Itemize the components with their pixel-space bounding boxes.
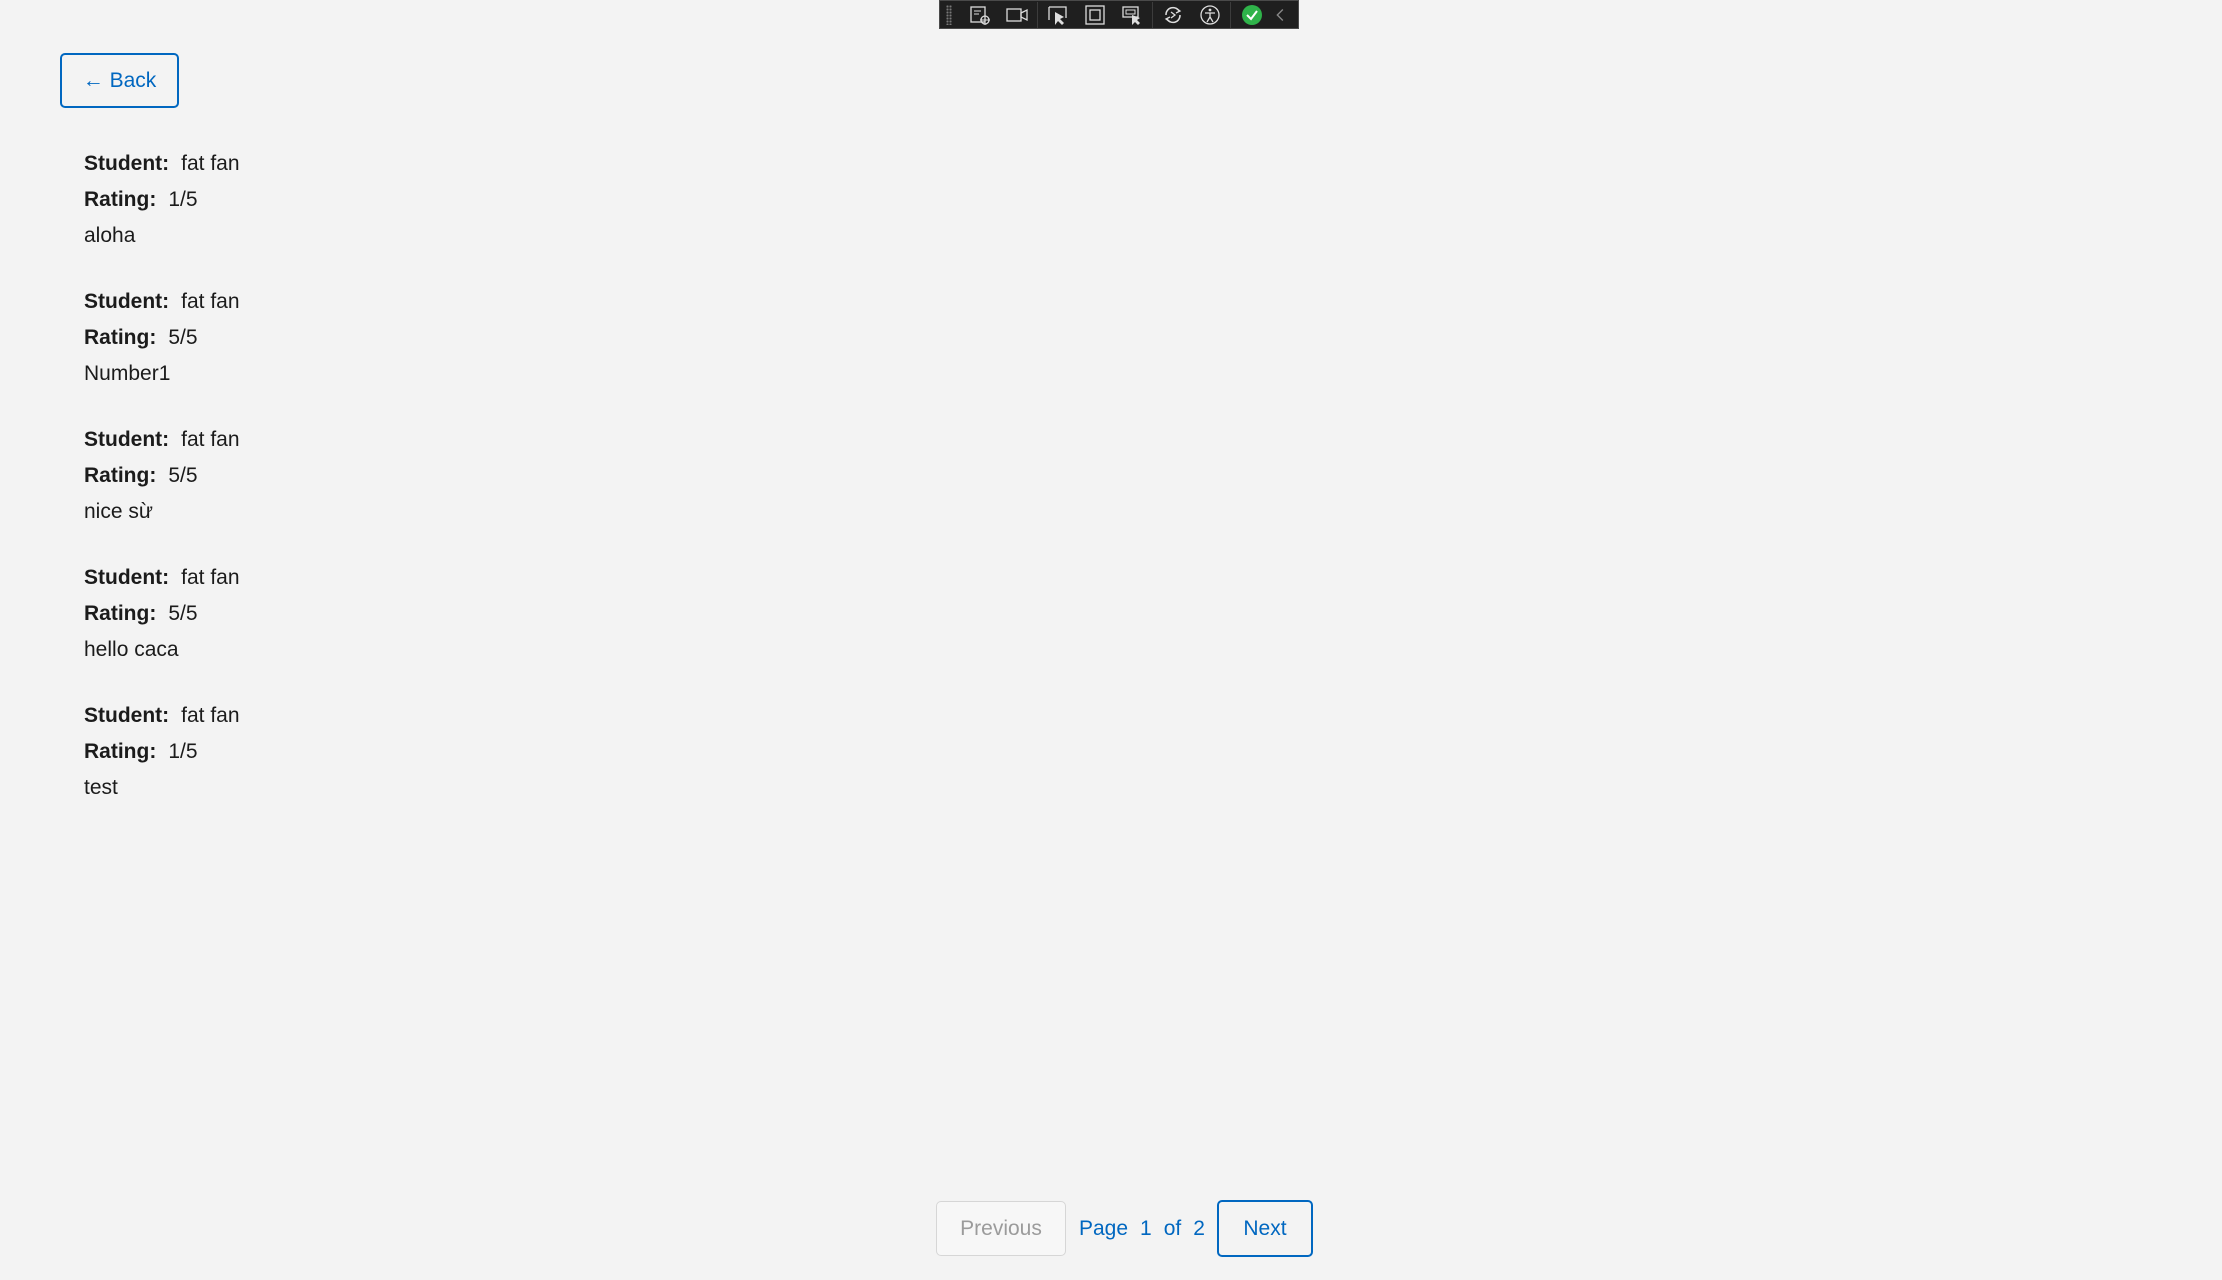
back-button[interactable]: ← Back	[60, 53, 179, 108]
rating-line: Rating: 5/5	[84, 320, 240, 356]
student-line: Student: fat fan	[84, 284, 240, 320]
app-window: ← Back Student: fat fan Rating: 1/5 aloha …	[0, 0, 2222, 1280]
student-name: fat fan	[181, 566, 240, 589]
rating-line: Rating: 5/5	[84, 458, 240, 494]
reviews-list: Student: fat fan Rating: 1/5 aloha Student…	[84, 146, 240, 836]
rating-value: 1/5	[168, 740, 198, 763]
student-label: Student:	[84, 566, 170, 589]
pagination: Previous Page 1 of 2 Next	[936, 1200, 1313, 1257]
toolbar-grip[interactable]	[946, 4, 952, 25]
student-name: fat fan	[181, 290, 240, 313]
previous-button[interactable]: Previous	[936, 1201, 1066, 1256]
current-page: 1	[1140, 1216, 1152, 1240]
binding-ok-icon[interactable]	[1233, 1, 1270, 29]
student-label: Student:	[84, 704, 170, 727]
student-name: fat fan	[181, 428, 240, 451]
page-indicator: Page 1 of 2	[1079, 1217, 1205, 1241]
student-name: fat fan	[181, 704, 240, 727]
toolbar-separator	[1230, 1, 1232, 28]
rating-line: Rating: 5/5	[84, 596, 240, 632]
list-item: Student: fat fan Rating: 1/5 test	[84, 698, 240, 806]
list-item: Student: fat fan Rating: 5/5 Number1	[84, 284, 240, 392]
hot-reload-icon[interactable]	[1155, 1, 1192, 29]
review-comment: Number1	[84, 362, 171, 385]
rating-label: Rating:	[84, 602, 157, 625]
accessibility-icon[interactable]	[1192, 1, 1229, 29]
review-comment: nice sừ	[84, 500, 153, 523]
review-comment: test	[84, 776, 118, 799]
list-item: Student: fat fan Rating: 5/5 hello caca	[84, 560, 240, 668]
rating-value: 5/5	[168, 464, 198, 487]
total-pages: 2	[1193, 1216, 1205, 1240]
student-label: Student:	[84, 428, 170, 451]
student-label: Student:	[84, 152, 170, 175]
rating-label: Rating:	[84, 740, 157, 763]
toolbar-separator	[1152, 1, 1154, 28]
rating-line: Rating: 1/5	[84, 734, 240, 770]
review-comment: hello caca	[84, 638, 179, 661]
list-item: Student: fat fan Rating: 1/5 aloha	[84, 146, 240, 254]
rating-line: Rating: 1/5	[84, 182, 240, 218]
of-word: of	[1163, 1216, 1182, 1240]
student-line: Student: fat fan	[84, 698, 240, 734]
display-layout-adorners-icon[interactable]	[1077, 1, 1114, 29]
student-label: Student:	[84, 290, 170, 313]
track-focus-icon[interactable]	[1113, 1, 1150, 29]
rating-label: Rating:	[84, 326, 157, 349]
rating-value: 5/5	[168, 326, 198, 349]
select-element-icon[interactable]	[1040, 1, 1077, 29]
collapse-toolbar-icon[interactable]	[1270, 1, 1292, 29]
rating-value: 1/5	[168, 188, 198, 211]
xaml-debug-toolbar	[939, 0, 1299, 29]
student-line: Student: fat fan	[84, 560, 240, 596]
student-line: Student: fat fan	[84, 146, 240, 182]
page-word: Page	[1079, 1216, 1129, 1240]
rating-label: Rating:	[84, 188, 157, 211]
list-item: Student: fat fan Rating: 5/5 nice sừ	[84, 422, 240, 530]
toolbar-separator	[1037, 1, 1039, 28]
review-comment: aloha	[84, 224, 136, 247]
next-button[interactable]: Next	[1216, 1200, 1313, 1257]
live-visual-tree-icon[interactable]	[962, 1, 999, 29]
student-line: Student: fat fan	[84, 422, 240, 458]
rating-label: Rating:	[84, 464, 157, 487]
student-name: fat fan	[181, 152, 240, 175]
record-icon[interactable]	[998, 1, 1035, 29]
rating-value: 5/5	[168, 602, 198, 625]
